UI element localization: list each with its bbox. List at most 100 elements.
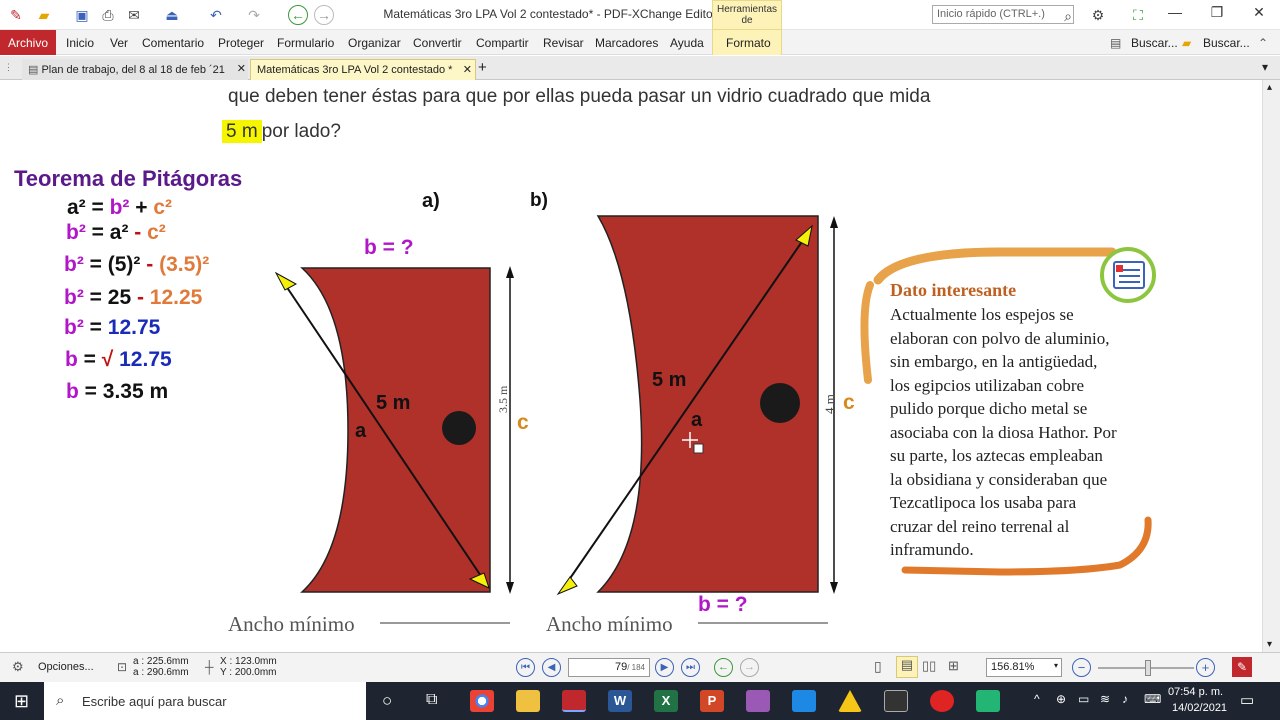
menu-formulario[interactable]: Formulario [277,36,334,50]
vertical-scrollbar[interactable]: ▴ ▾ [1262,80,1280,652]
vlc-icon[interactable] [838,690,862,712]
maximize-button[interactable]: ❐ [1202,4,1232,26]
tab-close-icon[interactable]: ✕ [237,62,246,75]
pdf-xchange-taskbar-icon[interactable] [562,690,586,712]
context-tab-text: Herramientas de [716,4,778,26]
buscar-button[interactable]: Buscar... [1131,36,1178,50]
menu-marcadores[interactable]: Marcadores [595,36,658,50]
gear-icon[interactable]: ⚙ [12,659,24,675]
continuous-page-icon[interactable]: ▤ [896,656,918,678]
theorem-title: Teorema de Pitágoras [14,166,243,191]
tray-chevron-icon[interactable]: ^ [1034,692,1040,706]
pdf-page[interactable]: que deben tener éstas para que por ellas… [0,80,1262,652]
dimension-icon: ⊡ [117,660,128,674]
pdf-tools-icon[interactable]: ✎ [1232,657,1252,677]
document-icon: ▤ [28,64,42,76]
collapse-ribbon-icon[interactable]: ⌃ [1258,36,1268,50]
question-line-1: que deben tener éstas para que por ellas… [228,86,931,107]
tab-plan-de-trabajo[interactable]: ▤ Plan de trabajo, del 8 al 18 de feb ´2… [22,59,248,80]
task-view-icon[interactable]: ⧉ [426,691,437,709]
buscar-folder-button[interactable]: Buscar... [1203,36,1250,50]
close-button[interactable]: ✕ [1244,4,1274,26]
quick-search-input[interactable]: Inicio rápido (CTRL+.) [932,5,1074,24]
figure-b-letter: a [691,409,703,431]
find-icon: ▤ [1110,36,1122,50]
volume-icon[interactable]: ♪ [1122,692,1128,706]
clock-time[interactable]: 07:54 p. m. [1168,686,1223,698]
menu-organizar[interactable]: Organizar [348,36,401,50]
scan-icon[interactable]: ⏏ [162,5,182,25]
excel-icon[interactable]: X [654,690,678,712]
email-icon[interactable]: ✉ [124,5,144,25]
word-icon[interactable]: W [608,690,632,712]
paint-icon[interactable] [746,690,770,712]
save-icon[interactable]: ▣ [72,5,92,25]
menu-ayuda[interactable]: Ayuda [670,36,704,50]
powerpoint-icon[interactable]: P [700,690,724,712]
wifi-icon[interactable]: ≋ [1100,692,1110,706]
page-number-field[interactable]: 79/ 184 [568,658,650,677]
figure-b-arrow-bottom [556,576,578,596]
zoom-slider-handle[interactable] [1145,660,1151,676]
redo-icon[interactable]: ↷ [244,5,264,25]
menu-comentario[interactable]: Comentario [142,36,204,50]
network-icon[interactable]: ▭ [1078,692,1089,706]
last-page-icon[interactable]: ⏭ [681,658,700,677]
single-page-icon[interactable]: ▯ [874,658,882,675]
print-icon[interactable]: ⎙ [98,5,118,25]
language-icon[interactable]: ⌨ [1144,692,1161,706]
menu-inicio[interactable]: Inicio [66,36,94,50]
zoom-select[interactable]: 156.81% ▾ [986,658,1062,677]
windows-start-icon[interactable]: ⊞ [14,691,29,712]
app-icon[interactable] [976,690,1000,712]
open-folder-icon[interactable]: ▰ [34,5,54,25]
menu-formato-tab[interactable]: Formato [712,30,782,55]
taskbar-search-box[interactable]: ⌕ Escribe aquí para buscar [44,682,366,720]
recorder-icon[interactable] [930,690,954,712]
zoom-in-icon[interactable]: + [1196,658,1215,677]
notification-icon[interactable]: ▭ [1240,691,1254,709]
file-explorer-icon[interactable] [516,690,540,712]
cortana-icon[interactable]: ○ [382,691,392,711]
menu-convertir[interactable]: Convertir [413,36,462,50]
fullscreen-icon[interactable]: ⛶ [1128,5,1148,25]
forward-view-icon[interactable]: → [740,658,759,677]
options-button[interactable]: Opciones... [38,661,94,673]
settings-app-icon[interactable] [792,690,816,712]
back-view-icon[interactable]: ← [714,658,733,677]
undo-icon[interactable]: ↶ [206,5,226,25]
zoom-out-icon[interactable]: − [1072,658,1091,677]
chrome-icon[interactable] [470,690,494,712]
dato-line: inframundo. [890,540,974,559]
figure-a-dim-arrow-bottom [506,582,514,594]
two-page-icon[interactable]: ▯▯ [922,658,936,674]
menu-revisar[interactable]: Revisar [543,36,584,50]
scroll-down-icon[interactable]: ▾ [1267,639,1272,650]
scroll-up-icon[interactable]: ▴ [1267,82,1272,93]
figure-b-c: c [843,391,855,414]
settings-icon[interactable]: ⚙ [1088,5,1108,25]
capture-app-icon[interactable] [884,690,908,712]
crosshair-icon: ┼ [205,660,214,674]
tab-matematicas[interactable]: Matemáticas 3ro LPA Vol 2 contestado * ✕ [250,59,476,80]
menu-proteger[interactable]: Proteger [218,36,264,50]
prev-page-icon[interactable]: ◀ [542,658,561,677]
dim-a2: a : 290.6mm [133,667,189,678]
menu-ver[interactable]: Ver [110,36,128,50]
new-tab-icon[interactable]: + [478,59,487,76]
clock-date[interactable]: 14/02/2021 [1172,702,1227,714]
tab-close-icon[interactable]: ✕ [463,63,472,76]
zoom-value: 156.81% [991,661,1035,673]
menu-compartir[interactable]: Compartir [476,36,529,50]
minimize-button[interactable]: — [1160,4,1190,26]
menu-formato[interactable]: Formato [726,36,771,50]
tab-scroll-icon[interactable]: ▾ [1262,60,1268,74]
people-icon[interactable]: ⊕ [1056,692,1066,706]
highlight-5m[interactable]: 5 m [222,120,262,143]
page-number[interactable]: 79 [615,661,627,673]
next-page-icon[interactable]: ▶ [655,658,674,677]
two-page-continuous-icon[interactable]: ⊞ [948,658,959,674]
first-page-icon[interactable]: ⏮ [516,658,535,677]
menu-archivo[interactable]: Archivo [0,30,56,55]
tab-menu-icon[interactable]: ⋮ [4,62,13,73]
